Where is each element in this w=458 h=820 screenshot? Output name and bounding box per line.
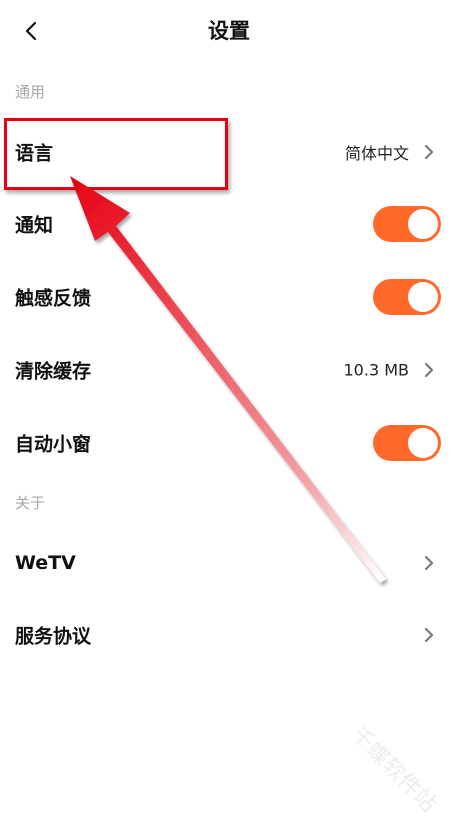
top-bar: 设置 — [0, 0, 458, 64]
watermark: 千蝶软件站 — [345, 722, 441, 818]
setting-label-notifications: 通知 — [15, 214, 54, 237]
setting-value-language: 简体中文 — [344, 144, 409, 163]
setting-label-auto-mini-window: 自动小窗 — [15, 433, 92, 456]
setting-value-cache-size: 10.3 MB — [343, 360, 410, 380]
toggle-knob — [408, 282, 438, 312]
section-label-about: 关于 — [15, 494, 46, 512]
setting-label-service-agreement: 服务协议 — [15, 625, 92, 648]
setting-row-haptic-feedback: 触感反馈 — [0, 262, 458, 332]
chevron-right-icon — [422, 142, 436, 162]
setting-label-wetv: WeTV — [15, 552, 76, 574]
auto-mini-window-toggle[interactable] — [373, 425, 441, 461]
setting-row-service-agreement[interactable]: 服务协议 — [0, 600, 458, 670]
chevron-right-icon — [422, 553, 436, 573]
setting-row-wetv[interactable]: WeTV — [0, 528, 458, 598]
chevron-right-icon — [422, 625, 436, 645]
setting-label-clear-cache: 清除缓存 — [15, 360, 92, 383]
chevron-right-icon — [422, 360, 436, 380]
setting-label-haptic-feedback: 触感反馈 — [15, 287, 92, 310]
notifications-toggle[interactable] — [373, 206, 441, 242]
haptic-feedback-toggle[interactable] — [373, 279, 441, 315]
annotation-highlight-box — [4, 118, 228, 190]
toggle-knob — [408, 428, 438, 458]
section-label-general: 通用 — [15, 83, 46, 101]
setting-row-auto-mini-window: 自动小窗 — [0, 408, 458, 478]
toggle-knob — [408, 209, 438, 239]
setting-row-clear-cache[interactable]: 清除缓存 10.3 MB — [0, 335, 458, 405]
page-title: 设置 — [208, 19, 250, 43]
setting-row-notifications: 通知 — [0, 189, 458, 259]
